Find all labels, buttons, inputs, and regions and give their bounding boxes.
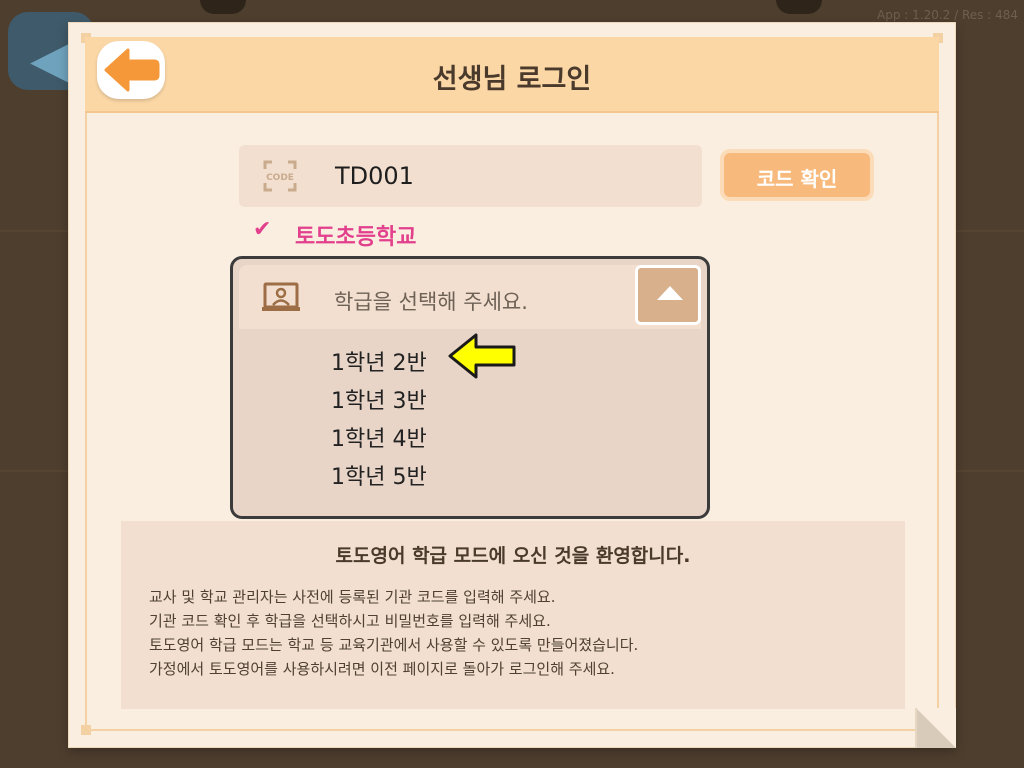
login-panel: 선생님 로그인 CODE TD001 코드 확인 ✔ 토도초등학교 학급을 선택… [68,22,956,748]
classroom-board-icon [262,282,300,311]
background-lamp [776,0,822,14]
class-select-header[interactable]: 학급을 선택해 주세요. [239,265,701,329]
class-option[interactable]: 1학년 3반 [331,383,427,421]
info-box: 토도영어 학급 모드에 오신 것을 환영합니다. 교사 및 학교 관리자는 사전… [121,521,905,709]
school-name: ✔ 토도초등학교 [253,217,417,251]
info-line: 가정에서 토도영어를 사용하시려면 이전 페이지로 돌아가 로그인해 주세요. [149,660,615,678]
page-curl-shadow [915,708,917,748]
triangle-up-icon [657,286,683,300]
class-select-placeholder: 학급을 선택해 주세요. [334,290,528,314]
background-arrow-icon: ◀ [30,27,74,92]
code-field[interactable]: CODE TD001 [239,145,702,207]
back-button[interactable] [97,41,165,99]
code-confirm-button[interactable]: 코드 확인 [720,149,874,201]
info-line: 토도영어 학급 모드는 학교 등 교육기관에서 사용할 수 있도록 만들어졌습니… [149,636,639,654]
dropdown-toggle-button[interactable] [635,265,701,325]
info-line: 교사 및 학교 관리자는 사전에 등록된 기관 코드를 입력해 주세요. [149,588,556,606]
class-select-dropdown[interactable]: 학급을 선택해 주세요. 1학년 2반 1학년 3반 1학년 4반 1학년 5반 [230,256,710,519]
page-title: 선생님 로그인 [432,64,592,95]
frame-corner [81,725,91,735]
code-icon-label: CODE [266,173,294,183]
panel-header: 선생님 로그인 [85,37,939,113]
info-text: 교사 및 학교 관리자는 사전에 등록된 기관 코드를 입력해 주세요. 기관 … [149,585,638,681]
app-version: App : 1.20.2 / Res : 484 [877,8,1018,22]
class-option[interactable]: 1학년 2반 [331,345,427,383]
left-arrow-icon [104,48,160,92]
school-name-label: 토도초등학교 [295,225,417,250]
class-option[interactable]: 1학년 4반 [331,421,427,459]
yellow-left-arrow-icon [448,333,516,379]
page-curl [916,708,956,748]
class-option[interactable]: 1학년 5반 [331,459,427,497]
class-option-list: 1학년 2반 1학년 3반 1학년 4반 1학년 5반 [331,345,427,497]
background-lamp [200,0,246,14]
info-line: 기관 코드 확인 후 학급을 선택하시고 비밀번호를 입력해 주세요. [149,612,551,630]
code-frame-icon: CODE [263,160,297,192]
info-title: 토도영어 학급 모드에 오신 것을 환영합니다. [335,545,691,567]
code-input-value[interactable]: TD001 [335,162,414,190]
checkmark-icon: ✔ [253,217,272,242]
